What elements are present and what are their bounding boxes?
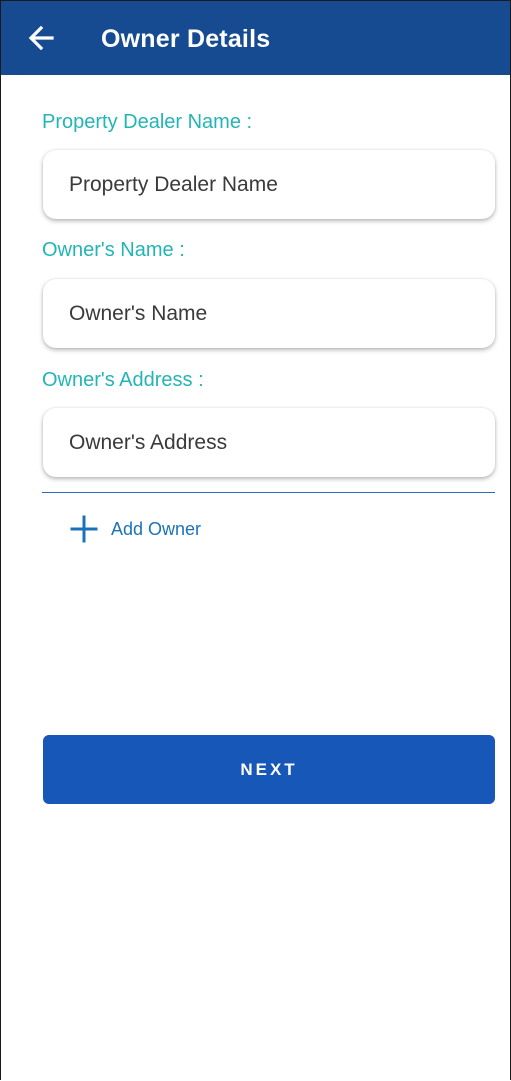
- dealer-name-field: [43, 150, 495, 219]
- owner-address-input[interactable]: [69, 408, 479, 477]
- app-bar: Owner Details: [1, 1, 510, 75]
- owner-address-label: Owner's Address :: [42, 369, 204, 391]
- back-button[interactable]: [22, 19, 60, 57]
- owner-name-label: Owner's Name :: [42, 239, 185, 261]
- screen: Owner Details Property Dealer Name : Own…: [0, 0, 511, 1080]
- owner-name-input[interactable]: [69, 279, 479, 348]
- add-owner-label: Add Owner: [111, 518, 202, 539]
- section-divider: [42, 492, 495, 493]
- page-title: Owner Details: [101, 25, 271, 53]
- next-button[interactable]: NEXT: [43, 735, 495, 804]
- owner-name-field: [43, 279, 495, 348]
- add-owner-button[interactable]: Add Owner: [69, 512, 201, 546]
- plus-icon: [70, 515, 98, 543]
- arrow-left-icon: [28, 25, 54, 51]
- owner-address-field: [43, 408, 495, 477]
- dealer-name-input[interactable]: [69, 150, 479, 219]
- dealer-name-label: Property Dealer Name :: [42, 111, 253, 133]
